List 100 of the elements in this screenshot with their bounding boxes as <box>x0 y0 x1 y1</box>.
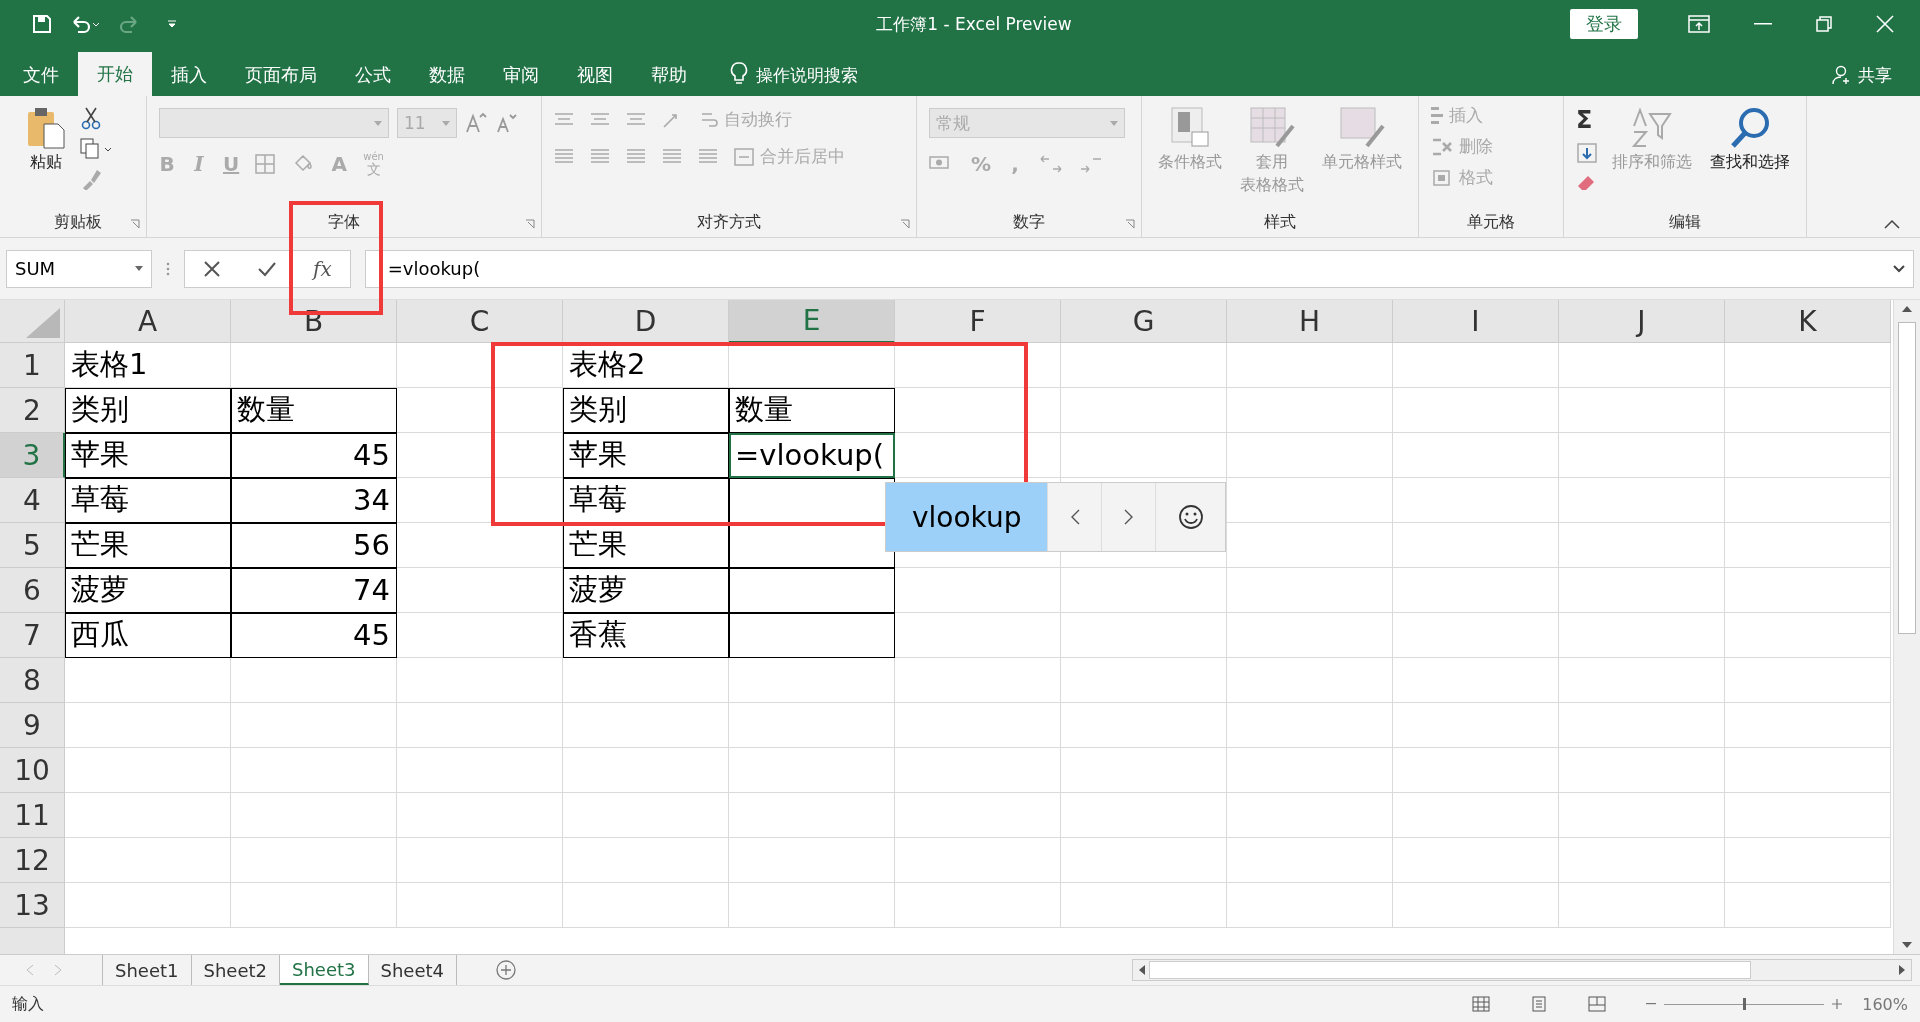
add-sheet-icon[interactable] <box>495 959 517 981</box>
prev-sheet-icon[interactable] <box>26 965 34 975</box>
expand-caret-icon[interactable] <box>1893 264 1905 273</box>
dialog-launcher-icon[interactable] <box>130 219 140 229</box>
horizontal-align-icon[interactable] <box>626 147 646 166</box>
increase-decimal-icon[interactable] <box>1039 153 1064 175</box>
ribbon-tab[interactable]: 插入 <box>152 54 226 96</box>
row-header[interactable]: 10 <box>0 748 65 793</box>
column-header[interactable]: D <box>563 300 729 343</box>
minimize-icon[interactable] <box>1754 23 1772 25</box>
table-cell: 芒果 <box>65 523 231 568</box>
restore-icon[interactable] <box>1816 16 1832 32</box>
row-header[interactable]: 12 <box>0 838 65 883</box>
grow-font-icon[interactable] <box>465 112 487 134</box>
dialog-launcher-icon[interactable] <box>1125 219 1135 229</box>
vertical-align-icon[interactable] <box>626 111 646 128</box>
ribbon-tab[interactable]: 视图 <box>558 54 632 96</box>
column-header[interactable]: G <box>1061 300 1227 343</box>
column-header[interactable]: K <box>1725 300 1891 343</box>
horizontal-scrollbar[interactable] <box>1132 959 1912 981</box>
close-icon[interactable] <box>1876 15 1894 33</box>
window-title: 工作簿1 - Excel Preview <box>876 12 1072 36</box>
page-layout-icon[interactable] <box>1530 996 1549 1012</box>
ribbon-tab[interactable]: 页面布局 <box>226 54 336 96</box>
dialog-launcher-icon[interactable] <box>525 219 535 229</box>
table-cell: 数量 <box>729 388 895 433</box>
row-header[interactable]: 8 <box>0 658 65 703</box>
horizontal-align-icon[interactable] <box>554 147 574 166</box>
zoom-thumb[interactable] <box>1743 998 1747 1010</box>
select-all-corner[interactable] <box>0 300 65 343</box>
autocomplete-suggestion[interactable]: vlookup <box>886 483 1048 551</box>
scroll-left-icon[interactable] <box>1139 965 1145 975</box>
name-box[interactable]: SUM <box>6 249 152 288</box>
next-sheet-icon[interactable] <box>54 965 62 975</box>
table-cell: 苹果 <box>65 433 231 478</box>
collapse-ribbon-icon[interactable] <box>1884 219 1900 229</box>
formula-input[interactable]: =vlookup( <box>364 249 1914 288</box>
row-header[interactable]: 4 <box>0 478 65 523</box>
share-button[interactable]: 共享 <box>1832 54 1920 96</box>
undo-icon[interactable] <box>70 14 100 34</box>
column-header[interactable]: C <box>397 300 563 343</box>
customize-caret-icon[interactable] <box>166 18 178 30</box>
row-header[interactable]: 9 <box>0 703 65 748</box>
conditional-format-icon <box>1168 106 1212 150</box>
copy-icon[interactable] <box>80 138 112 160</box>
row-header[interactable]: 2 <box>0 388 65 433</box>
ribbon-tab[interactable]: 数据 <box>410 54 484 96</box>
enter-check-icon[interactable] <box>257 260 277 277</box>
table-cell: 表格2 <box>563 343 729 388</box>
find-select-button[interactable]: 查找和选择 <box>1706 102 1794 177</box>
scissors-icon[interactable] <box>80 106 102 130</box>
table-cell: 45 <box>231 433 397 478</box>
autosum-button[interactable]: Σ <box>1576 106 1598 134</box>
cancel-icon[interactable] <box>203 259 221 278</box>
column-header[interactable]: J <box>1559 300 1725 343</box>
column-header[interactable]: E <box>729 300 895 343</box>
horizontal-align-icon[interactable] <box>590 147 610 166</box>
tell-me-search[interactable]: 操作说明搜索 <box>756 54 858 96</box>
row-header[interactable]: 7 <box>0 613 65 658</box>
ribbon-tab[interactable]: 公式 <box>336 54 410 96</box>
ribbon-display-icon[interactable] <box>1688 15 1710 33</box>
vertical-align-icon[interactable] <box>590 111 610 128</box>
cell-styles-icon <box>1337 106 1387 150</box>
table-cell[interactable]: =vlookup( <box>729 433 895 478</box>
ribbon-tab[interactable]: 文件 <box>4 54 78 96</box>
scroll-up-icon[interactable] <box>1902 306 1912 312</box>
delete-rows-icon <box>1431 136 1453 157</box>
ribbon-tab[interactable]: 开始 <box>78 52 152 96</box>
insert-function-button[interactable]: fx <box>313 256 332 281</box>
borders-icon[interactable] <box>255 154 278 174</box>
save-icon[interactable] <box>32 14 52 34</box>
scroll-down-icon[interactable] <box>1902 942 1912 948</box>
row-header[interactable]: 5 <box>0 523 65 568</box>
ribbon-tab[interactable]: 审阅 <box>484 54 558 96</box>
zoom-in-icon[interactable] <box>1832 999 1843 1009</box>
row-header[interactable]: 3 <box>0 433 65 478</box>
row-header[interactable]: 11 <box>0 793 65 838</box>
page-break-icon[interactable] <box>1588 996 1607 1012</box>
ribbon-tab[interactable]: 帮助 <box>632 54 706 96</box>
sheet-tab[interactable]: Sheet3 <box>280 955 369 985</box>
zoom-percentage[interactable]: 160% <box>1862 994 1908 1014</box>
shrink-font-icon[interactable] <box>495 112 517 134</box>
column-header[interactable]: F <box>895 300 1061 343</box>
vertical-align-icon[interactable] <box>554 111 574 128</box>
column-header[interactable]: H <box>1227 300 1393 343</box>
corner-triangle-icon <box>26 308 60 338</box>
fill-down-icon[interactable] <box>1576 142 1598 164</box>
row-header[interactable]: 13 <box>0 883 65 928</box>
row-header[interactable]: 1 <box>0 343 65 388</box>
normal-view-icon[interactable] <box>1472 996 1491 1012</box>
column-header[interactable]: I <box>1393 300 1559 343</box>
horizontal-align-icon[interactable] <box>662 147 682 166</box>
dialog-launcher-icon[interactable] <box>900 219 910 229</box>
paste-button[interactable]: 粘贴 <box>22 102 70 177</box>
login-button[interactable]: 登录 <box>1570 9 1638 39</box>
horizontal-align-icon[interactable] <box>698 147 718 166</box>
column-header[interactable]: A <box>65 300 231 343</box>
row-header[interactable]: 6 <box>0 568 65 613</box>
scroll-right-icon[interactable] <box>1899 965 1905 975</box>
vertical-scrollbar[interactable] <box>1893 300 1920 954</box>
